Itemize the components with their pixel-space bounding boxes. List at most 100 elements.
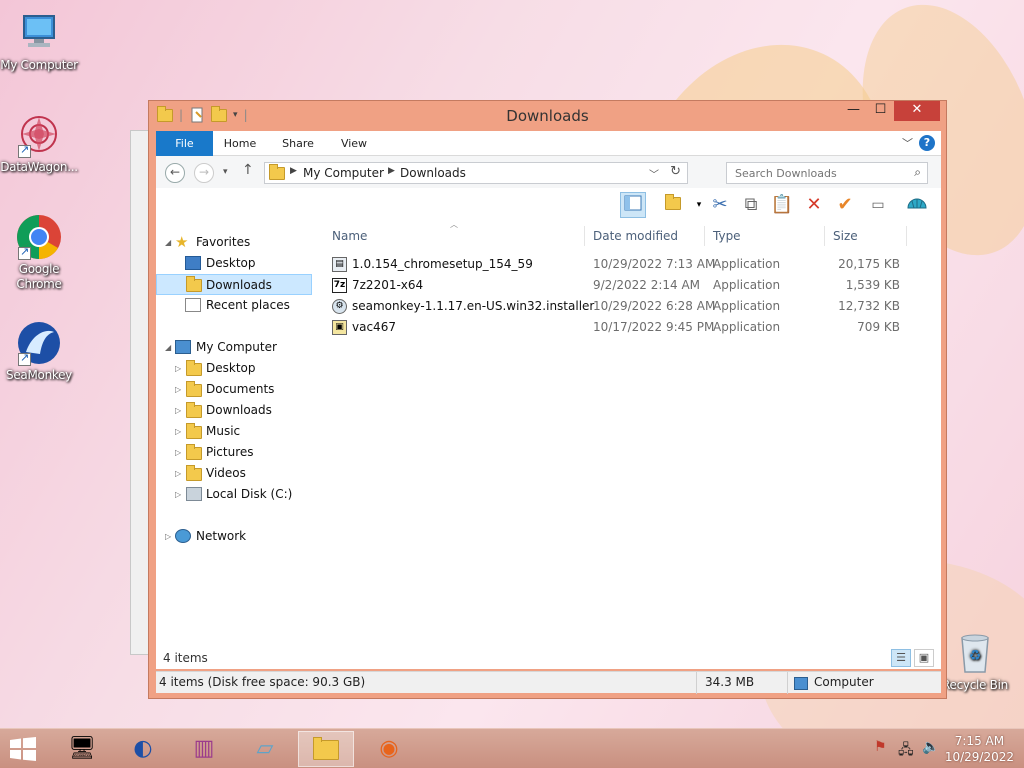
paste-icon[interactable]: 📋 — [769, 192, 795, 218]
nav-favorites-recent[interactable]: Recent places — [156, 295, 312, 316]
desktop-icon-my-computer[interactable]: My Computer — [0, 10, 78, 73]
installer-icon: ▤ — [332, 257, 347, 272]
file-row[interactable]: ▣ vac467 10/17/2022 9:45 PM Application … — [326, 317, 936, 338]
recent-locations-dropdown[interactable]: ▾ — [223, 167, 228, 177]
maximize-button[interactable]: ☐ — [867, 101, 894, 121]
expand-arrow-icon[interactable]: ▷ — [175, 379, 181, 400]
column-header-date[interactable]: Date modified — [593, 226, 678, 246]
expand-arrow-icon[interactable]: ▷ — [175, 484, 181, 505]
action-center-flag-icon[interactable]: ⚑ — [874, 739, 887, 755]
desktop-icon-google-chrome[interactable]: Google Chrome — [0, 214, 78, 292]
expand-arrow-icon[interactable]: ▷ — [175, 463, 181, 484]
tab-share[interactable]: Share — [276, 131, 320, 156]
nav-computer-local-disk[interactable]: ▷ Local Disk (C:) — [156, 484, 312, 505]
recent-places-icon — [185, 298, 201, 312]
taskbar-notepad[interactable]: ▱ — [237, 731, 293, 767]
preview-pane-icon[interactable] — [620, 192, 646, 218]
address-bar[interactable]: ▶ My Computer ▶ Downloads ﹀ ↻ — [264, 162, 688, 184]
computer-icon — [175, 340, 191, 354]
up-button[interactable]: ↑ — [242, 162, 254, 178]
file-row[interactable]: 7z 7z2201-x64 9/2/2022 2:14 AM Applicati… — [326, 275, 936, 296]
search-icon[interactable]: ⌕ — [914, 165, 921, 180]
minimize-button[interactable]: — — [840, 101, 867, 121]
collapse-arrow-icon[interactable]: ◢ — [165, 337, 171, 358]
rename-icon[interactable]: ▭ — [865, 192, 891, 218]
tab-file[interactable]: File — [156, 131, 213, 156]
desktop-icon-datawagon[interactable]: DataWagon... — [0, 112, 78, 175]
nav-computer-downloads[interactable]: ▷ Downloads — [156, 400, 312, 421]
svg-text:♻: ♻ — [969, 648, 982, 664]
command-toolbar: ▾ ✂ ⧉ 📋 ✕ ✔ ▭ — [156, 188, 941, 222]
seamonkey-installer-icon: ⚙ — [332, 299, 347, 314]
check-icon[interactable]: ✔ — [832, 192, 858, 218]
nav-favorites-downloads[interactable]: Downloads — [156, 274, 312, 295]
windows-logo-icon — [10, 737, 36, 761]
refresh-icon[interactable]: ↻ — [670, 164, 681, 179]
volume-icon[interactable]: 🔈 — [922, 739, 939, 755]
desktop-icon-seamonkey[interactable]: SeaMonkey — [0, 320, 78, 383]
folder-icon — [186, 423, 202, 439]
nav-network[interactable]: ▷ Network — [156, 526, 316, 547]
expand-arrow-icon[interactable]: ▷ — [175, 400, 181, 421]
window-title: Downloads — [506, 107, 589, 125]
back-button[interactable]: ← — [165, 163, 185, 183]
help-icon[interactable]: ? — [919, 135, 935, 151]
taskbar-winrar[interactable]: ▥ — [176, 731, 232, 767]
folder-icon — [186, 381, 202, 397]
file-list: ︿ Name Date modified Type Size ▤ 1.0.154… — [326, 220, 936, 667]
copy-icon[interactable]: ⧉ — [738, 192, 764, 218]
expand-arrow-icon[interactable]: ▷ — [175, 442, 181, 463]
desktop-icon-recycle-bin[interactable]: ♻ Recycle Bin — [936, 630, 1014, 693]
title-bar[interactable]: | ▾ | Downloads — ☐ ✕ — [149, 101, 946, 131]
column-header-type[interactable]: Type — [713, 226, 741, 246]
seamonkey-icon: ◐ — [133, 736, 153, 761]
cut-icon[interactable]: ✂ — [707, 192, 733, 218]
taskbar-remote-desktop[interactable]: 🖥 — [54, 731, 110, 767]
forward-button[interactable]: → — [194, 163, 214, 183]
nav-computer-documents[interactable]: ▷ Documents — [156, 379, 312, 400]
seamonkey-icon — [16, 320, 62, 366]
search-box[interactable]: ⌕ — [726, 162, 928, 184]
nav-computer-music[interactable]: ▷ Music — [156, 421, 312, 442]
clock[interactable]: 7:15 AM 10/29/2022 — [945, 733, 1014, 765]
shell-icon[interactable] — [904, 192, 930, 218]
tab-view[interactable]: View — [332, 131, 376, 156]
nav-favorites-desktop[interactable]: Desktop — [156, 253, 312, 274]
expand-arrow-icon[interactable]: ▷ — [175, 421, 181, 442]
folder-options-icon[interactable] — [660, 192, 686, 218]
column-header-size[interactable]: Size — [833, 226, 858, 246]
network-tray-icon[interactable]: 🖧 — [898, 739, 914, 763]
breadcrumb-my-computer[interactable]: My Computer — [303, 166, 384, 180]
taskbar-firefox[interactable]: ◉ — [361, 731, 417, 767]
computer-icon — [794, 677, 808, 690]
breadcrumb-downloads[interactable]: Downloads — [400, 166, 466, 180]
taskbar-seamonkey[interactable]: ◐ — [115, 731, 171, 767]
delete-icon[interactable]: ✕ — [801, 192, 827, 218]
file-row[interactable]: ⚙ seamonkey-1.1.17.en-US.win32.installer… — [326, 296, 936, 317]
collapse-arrow-icon[interactable]: ◢ — [165, 232, 171, 253]
file-row[interactable]: ▤ 1.0.154_chromesetup_154_59 10/29/2022 … — [326, 254, 936, 275]
expand-arrow-icon[interactable]: ▷ — [165, 526, 171, 547]
status-summary: 4 items (Disk free space: 90.3 GB) — [159, 675, 366, 689]
address-dropdown-icon[interactable]: ﹀ — [649, 166, 659, 181]
details-view-icon[interactable]: ☰ — [891, 649, 911, 667]
shortcut-arrow-icon — [18, 143, 31, 158]
chrome-icon — [16, 214, 62, 260]
nav-computer-videos[interactable]: ▷ Videos — [156, 463, 312, 484]
close-button[interactable]: ✕ — [894, 101, 940, 121]
expand-ribbon-icon[interactable]: ﹀ — [902, 135, 913, 151]
nav-favorites[interactable]: ◢ ★ Favorites — [156, 232, 316, 253]
search-input[interactable] — [727, 163, 897, 183]
nav-my-computer[interactable]: ◢ My Computer — [156, 337, 316, 358]
nav-computer-pictures[interactable]: ▷ Pictures — [156, 442, 312, 463]
navigation-pane: ◢ ★ Favorites Desktop Downloads Recent p… — [156, 222, 318, 667]
folder-icon — [186, 360, 202, 376]
tab-home[interactable]: Home — [218, 131, 262, 156]
nav-computer-desktop[interactable]: ▷ Desktop — [156, 358, 312, 379]
expand-arrow-icon[interactable]: ▷ — [175, 358, 181, 379]
firefox-icon: ◉ — [379, 736, 399, 761]
start-button[interactable] — [8, 737, 38, 761]
taskbar-file-explorer[interactable] — [298, 731, 354, 767]
large-icons-view-icon[interactable]: ▣ — [914, 649, 934, 667]
column-header-name[interactable]: Name — [332, 226, 367, 246]
